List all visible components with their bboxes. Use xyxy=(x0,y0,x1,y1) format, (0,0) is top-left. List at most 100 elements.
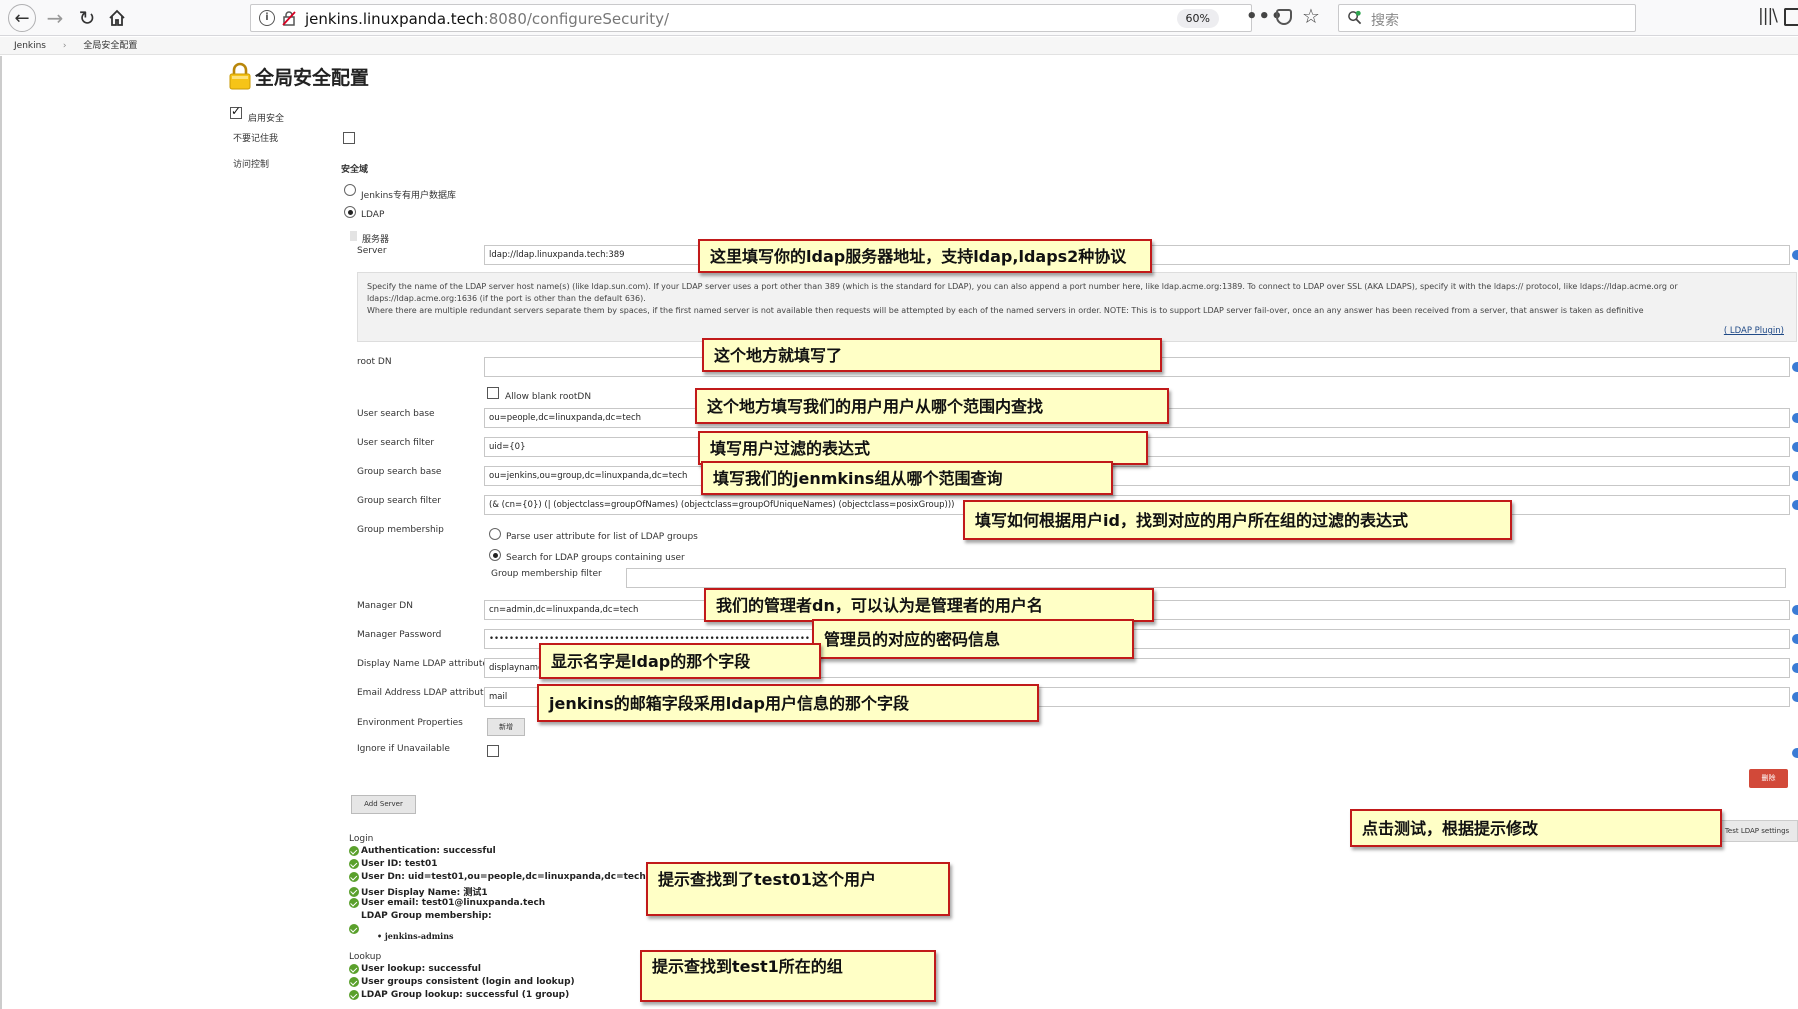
membership-filter-input[interactable] xyxy=(626,568,1786,588)
display-name-attr-label: Display Name LDAP attribute xyxy=(357,659,488,669)
search-bar[interactable]: 搜索 xyxy=(1338,4,1636,32)
reload-icon: ↻ xyxy=(78,6,96,30)
ldap-plugin-link[interactable]: ( LDAP Plugin) xyxy=(1724,325,1784,337)
membership-parse-attribute-radio[interactable] xyxy=(489,528,501,540)
result-group-lookup: LDAP Group lookup: successful (1 group) xyxy=(349,990,569,1000)
result-group-check xyxy=(349,924,361,934)
home-icon xyxy=(109,9,125,26)
breadcrumb-configure-security[interactable]: 全局安全配置 xyxy=(83,41,137,51)
group-search-base-help-icon[interactable] xyxy=(1792,471,1798,481)
pocket-icon[interactable] xyxy=(1276,9,1292,25)
arrow-right-icon: → xyxy=(46,6,64,30)
result-group-membership-text: LDAP Group membership: xyxy=(361,911,492,921)
result-user-dn-text: User Dn: uid=test01,ou=people,dc=linuxpa… xyxy=(361,872,646,882)
forward-button[interactable]: → xyxy=(42,5,68,31)
manager-password-label: Manager Password xyxy=(357,630,442,640)
dont-remember-label: 不要记住我 xyxy=(233,134,279,144)
home-button[interactable] xyxy=(104,5,130,31)
membership-search-groups-radio[interactable] xyxy=(489,549,501,561)
result-user-id: User ID: test01 xyxy=(349,859,437,869)
bookmark-star-icon[interactable]: ☆ xyxy=(1302,4,1320,28)
ignore-if-unavailable-label: Ignore if Unavailable xyxy=(357,744,450,754)
check-circle-icon xyxy=(349,898,359,908)
group-search-filter-label: Group search filter xyxy=(357,496,441,506)
group-search-filter-help-icon[interactable] xyxy=(1792,500,1798,510)
ignore-if-unavailable-checkbox[interactable] xyxy=(487,745,499,757)
display-name-attr-help-icon[interactable] xyxy=(1792,663,1798,673)
realm-jenkins-db-radio[interactable] xyxy=(344,184,356,196)
back-button[interactable]: ← xyxy=(8,4,36,32)
manager-dn-label: Manager DN xyxy=(357,601,413,611)
result-user-lookup: User lookup: successful xyxy=(349,964,481,974)
result-groups-consistent-text: User groups consistent (login and lookup… xyxy=(361,977,575,987)
result-user-id-text: User ID: test01 xyxy=(361,859,438,869)
result-group-item-text: • jenkins-admins xyxy=(377,931,454,941)
callout-group-search-filter: 填写如何根据用户id，找到对应的用户所在组的过滤的表达式 xyxy=(963,500,1512,540)
group-membership-label: Group membership xyxy=(357,525,444,535)
allow-blank-rootdn-checkbox[interactable] xyxy=(487,387,499,399)
server-help-icon[interactable] xyxy=(1792,250,1798,260)
library-icon[interactable]: |||\ xyxy=(1758,6,1778,26)
page-header: 全局安全配置 xyxy=(229,62,369,90)
user-search-base-help-icon[interactable] xyxy=(1792,413,1798,423)
callout-group-search-base: 填写我们的jenmkins组从哪个范围查询 xyxy=(701,461,1113,495)
search-input[interactable]: 搜索 xyxy=(1371,10,1399,30)
user-search-filter-label: User search filter xyxy=(357,438,435,448)
server-section-marker xyxy=(350,231,357,241)
enable-security-label: 启用安全 xyxy=(248,114,285,124)
membership-search-groups-label: Search for LDAP groups containing user xyxy=(506,553,685,563)
realm-ldap-radio[interactable] xyxy=(344,206,356,218)
breadcrumb-jenkins[interactable]: Jenkins xyxy=(14,41,46,51)
group-search-base-input[interactable]: ou=jenkins,ou=group,dc=linuxpanda,dc=tec… xyxy=(484,466,1790,486)
environment-properties-label: Environment Properties xyxy=(357,718,463,728)
ignore-help-icon[interactable] xyxy=(1792,748,1798,758)
callout-server: 这里填写你的ldap服务器地址，支持ldap,ldaps2种协议 xyxy=(698,239,1152,273)
realm-jenkins-db-label: Jenkins专有用户数据库 xyxy=(361,191,457,201)
insecure-lock-icon[interactable] xyxy=(281,10,297,26)
result-display-name-text: User Display Name: 测试1 xyxy=(361,888,488,898)
result-user-lookup-text: User lookup: successful xyxy=(361,964,482,974)
environment-properties-add-button[interactable]: 新增 xyxy=(487,718,525,736)
arrow-left-icon: ← xyxy=(14,7,30,29)
result-group-lookup-text: LDAP Group lookup: successful (1 group) xyxy=(361,990,570,1000)
reload-button[interactable]: ↻ xyxy=(74,5,100,31)
result-user-dn: User Dn: uid=test01,ou=people,dc=linuxpa… xyxy=(349,872,646,882)
manager-password-help-icon[interactable] xyxy=(1792,634,1798,644)
add-server-button[interactable]: Add Server xyxy=(351,795,416,814)
check-circle-icon xyxy=(349,846,359,856)
access-control-label: 访问控制 xyxy=(233,160,270,170)
check-circle-icon xyxy=(349,990,359,1000)
page-title: 全局安全配置 xyxy=(255,66,370,89)
root-dn-label: root DN xyxy=(357,357,392,367)
result-group-item: • jenkins-admins xyxy=(377,931,454,941)
test-ldap-settings-button[interactable]: Test LDAP settings xyxy=(1716,820,1798,842)
zoom-level-badge[interactable]: 60% xyxy=(1176,9,1219,28)
sidebar-toggle-icon[interactable] xyxy=(1784,8,1798,26)
user-search-base-label: User search base xyxy=(357,409,435,419)
root-dn-help-icon[interactable] xyxy=(1792,362,1798,372)
callout-root-dn: 这个地方就填写了 xyxy=(702,338,1162,372)
callout-user-search-filter: 填写用户过滤的表达式 xyxy=(698,431,1148,465)
enable-security-checkbox[interactable] xyxy=(230,104,242,119)
callout-found-user: 提示查找到了test01这个用户 xyxy=(646,862,950,916)
breadcrumb: Jenkins › 全局安全配置 xyxy=(0,37,1798,55)
email-attr-label: Email Address LDAP attribute xyxy=(357,688,490,698)
result-groups-consistent: User groups consistent (login and lookup… xyxy=(349,977,575,987)
result-email-text: User email: test01@linuxpanda.tech xyxy=(361,898,546,908)
user-search-filter-help-icon[interactable] xyxy=(1792,442,1798,452)
check-circle-icon xyxy=(349,977,359,987)
email-attr-help-icon[interactable] xyxy=(1792,692,1798,702)
info-icon[interactable]: i xyxy=(259,10,275,26)
membership-parse-attribute-label: Parse user attribute for list of LDAP gr… xyxy=(506,532,698,542)
url-text[interactable]: jenkins.linuxpanda.tech:8080/configureSe… xyxy=(305,10,669,28)
result-group-membership: LDAP Group membership: xyxy=(361,911,492,921)
membership-filter-label: Group membership filter xyxy=(491,569,602,579)
dont-remember-checkbox[interactable] xyxy=(343,132,355,144)
url-bar[interactable]: i jenkins.linuxpanda.tech:8080/configure… xyxy=(250,4,1252,32)
callout-manager-password: 管理员的对应的密码信息 xyxy=(812,619,1134,659)
delete-server-button[interactable]: 删除 xyxy=(1749,769,1788,788)
callout-user-search-base: 这个地方填写我们的用户用户从哪个范围内查找 xyxy=(695,388,1169,424)
manager-dn-help-icon[interactable] xyxy=(1792,605,1798,615)
lock-icon xyxy=(229,62,251,90)
server-label: Server xyxy=(357,246,387,256)
